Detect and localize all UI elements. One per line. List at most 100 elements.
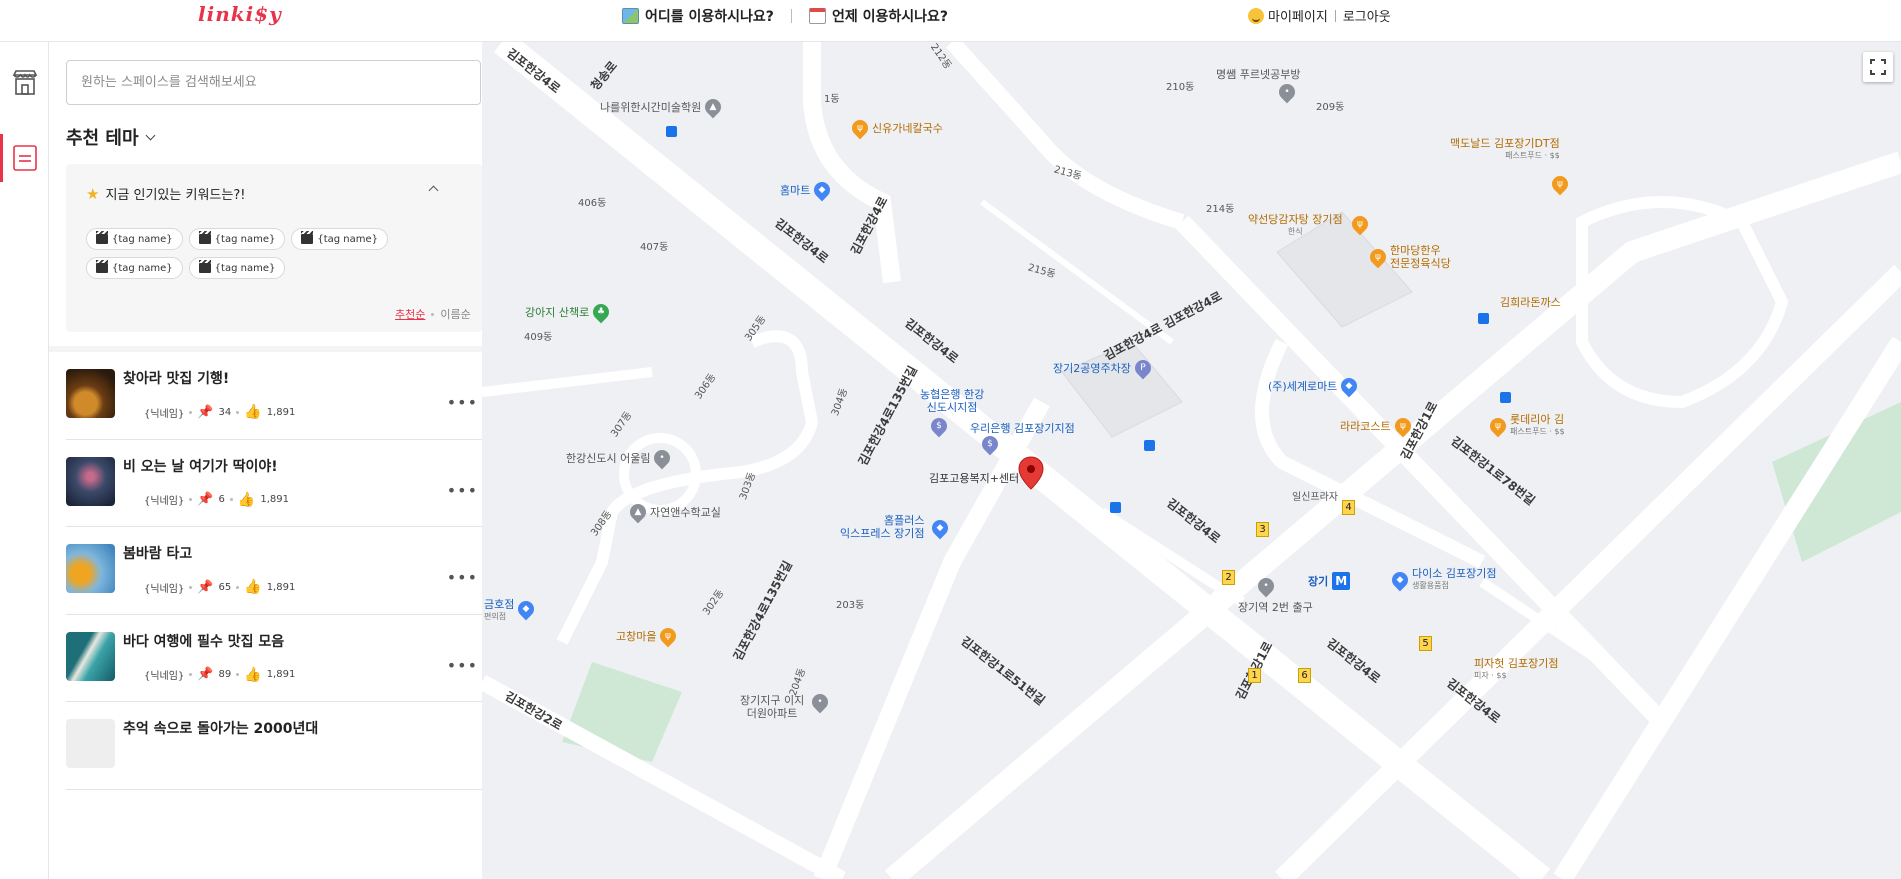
list-item[interactable]: 찾아라 맛집 기행! {닉네임} 📌 34 👍 1,891 •••	[66, 352, 482, 440]
mypage-link[interactable]: 마이페이지	[1268, 6, 1328, 25]
list-item[interactable]: 봄바람 타고 {닉네임} 📌 65 👍 1,891 •••	[66, 527, 482, 615]
sort-recommended[interactable]: 추천순	[395, 306, 425, 322]
keyword-tag[interactable]: {tag name}	[291, 228, 389, 250]
keyword-tag[interactable]: {tag name}	[188, 228, 286, 250]
poi-gangaji[interactable]: 강아지 산책로 ♣	[525, 300, 613, 324]
item-pins: 34	[218, 406, 232, 418]
top-header: linki$y 어디를 이용하시나요? 언제 이용하시나요? 마이페이지 로그아…	[0, 0, 1901, 42]
poi-exit2[interactable]: 장기역 2번 출구	[1238, 599, 1313, 615]
exit-marker[interactable]: 2	[1222, 570, 1235, 585]
poi-homemart[interactable]: 홈마트 ◆	[780, 178, 834, 202]
poi-semart[interactable]: (주)세계로마트 ◆	[1268, 374, 1361, 398]
item-likes: 1,891	[266, 581, 296, 593]
poi-myeongssem[interactable]: 명쌤 푸르넷공부방	[1216, 66, 1300, 82]
list-item[interactable]: 바다 여행에 필수 맛집 모음 {닉네임} 📌 89 👍 1,891 •••	[66, 615, 482, 702]
poi-ezi[interactable]: 장기지구 이지 더원아파트	[740, 694, 804, 720]
rail-theme-button[interactable]	[0, 134, 49, 182]
restaurant-icon: ψ	[848, 116, 872, 140]
poi-ilsin[interactable]: 일신프라자	[1292, 488, 1338, 503]
when-button[interactable]: 언제 이용하시나요?	[809, 6, 948, 26]
item-title: 비 오는 날 여기가 딱이야!	[123, 458, 278, 475]
item-meta: {닉네임} 📌 6 👍 1,891	[144, 492, 289, 508]
where-button[interactable]: 어디를 이용하시나요?	[622, 6, 774, 26]
clapperboard-icon	[198, 231, 211, 244]
poi-nonghyup[interactable]: 농협은행 한강 신도시지점	[920, 388, 984, 414]
bank-icon[interactable]: $	[927, 414, 951, 438]
exit-marker[interactable]: 3	[1256, 522, 1269, 537]
shopping-cart-icon[interactable]: ◆	[928, 516, 952, 540]
collapse-chevron-icon[interactable]	[427, 182, 441, 196]
building-label: 210동	[1166, 82, 1195, 93]
poi-hanmadang[interactable]: ψ 한마당한우 전문정육식당	[1366, 244, 1451, 270]
more-options-icon[interactable]: •••	[447, 393, 478, 412]
exit-marker[interactable]: 4	[1342, 500, 1355, 515]
poi-eoullim[interactable]: 한강신도시 어울림 •	[566, 446, 674, 470]
poi-nature-class[interactable]: ▲ 자연앤수학교실	[626, 500, 721, 524]
place-icon[interactable]: •	[1254, 574, 1278, 598]
poi-art-academy[interactable]: 나를위한시간미술학원 ▲	[600, 95, 725, 119]
fullscreen-button[interactable]	[1863, 52, 1893, 82]
poi-label: 나를위한시간미술학원	[600, 101, 702, 114]
poi-label: 김포고용복지+센터	[929, 472, 1020, 485]
poi-kimhira[interactable]: 김희라돈까스	[1500, 294, 1561, 310]
poi-station[interactable]: 장기 M	[1308, 572, 1351, 590]
poi-label: 롯데리아 김	[1510, 413, 1565, 426]
bus-stop-icon[interactable]	[666, 126, 677, 137]
poi-pizza[interactable]: 피자헛 김포장기점 피자 · $$	[1474, 658, 1558, 682]
bus-stop-icon[interactable]	[1500, 392, 1511, 403]
poi-mcd[interactable]: 맥도날드 김포장기DT점 패스트푸드 · $$	[1450, 138, 1560, 162]
map-view[interactable]: 김포한강4로 김포한강4로 김포한강4로 김포한강4로 김포한강4로 김포한강4…	[482, 42, 1901, 879]
restaurant-icon[interactable]: ψ	[1548, 172, 1572, 196]
poi-parking[interactable]: 장기2공영주차장 P	[1053, 356, 1155, 380]
exit-marker[interactable]: 6	[1298, 668, 1311, 683]
star-icon: ★	[86, 184, 100, 203]
restaurant-icon[interactable]: ψ	[1348, 212, 1372, 236]
poi-woori[interactable]: 우리은행 김포장기지점	[970, 420, 1075, 436]
side-panel: 추천 테마 ★ 지금 인기있는 키워드는?! {tag name} {tag n…	[49, 42, 482, 879]
poi-label: (주)세계로마트	[1268, 380, 1338, 393]
bank-icon[interactable]: $	[978, 432, 1002, 456]
exit-marker[interactable]: 5	[1419, 636, 1432, 651]
poi-yakseon[interactable]: 약선당감자탕 장기점 한식	[1248, 214, 1343, 238]
theme-selector[interactable]: 추천 테마	[66, 124, 155, 150]
logo[interactable]: linki$y	[198, 2, 282, 26]
poi-gochang[interactable]: 고창마을 ψ	[616, 624, 680, 648]
poi-sublabel: 한식	[1287, 227, 1303, 236]
poi-sublabel: 편의점	[484, 612, 507, 621]
place-icon[interactable]: •	[1275, 80, 1299, 104]
thumbnail-whiskey	[66, 369, 115, 418]
bus-stop-icon[interactable]	[1110, 502, 1121, 513]
where-label: 어디를 이용하시나요?	[645, 9, 774, 25]
more-options-icon[interactable]: •••	[447, 568, 478, 587]
poi-label: 약선당감자탕 장기점	[1248, 213, 1343, 226]
exit-marker[interactable]: 1	[1248, 668, 1261, 683]
poi-lotteria[interactable]: ψ 롯데리아 김 패스트푸드 · $$	[1486, 413, 1565, 438]
space-search-input[interactable]	[66, 60, 481, 105]
place-icon[interactable]: •	[808, 690, 832, 714]
selected-location-marker[interactable]	[1018, 456, 1044, 490]
more-options-icon[interactable]: •••	[447, 656, 478, 675]
keyword-tag[interactable]: {tag name}	[188, 257, 286, 279]
item-meta: {닉네임} 📌 89 👍 1,891	[144, 667, 295, 683]
bus-stop-icon[interactable]	[1144, 440, 1155, 451]
poi-welfare[interactable]: 김포고용복지+센터	[929, 470, 1019, 486]
list-item[interactable]: 비 오는 날 여기가 딱이야! {닉네임} 📌 6 👍 1,891 •••	[66, 440, 482, 527]
sort-name[interactable]: 이름순	[440, 306, 470, 322]
store-icon[interactable]: ◆	[514, 597, 538, 621]
more-options-icon[interactable]: •••	[447, 481, 478, 500]
bus-stop-icon[interactable]	[1478, 313, 1489, 324]
poi-homeplus[interactable]: 홈플러스 익스프레스 장기점	[840, 514, 924, 540]
poi-daiso[interactable]: ◆ 다이소 김포장기점 생활용품점	[1388, 568, 1496, 592]
poi-rarakos[interactable]: 라라코스트 ψ	[1340, 414, 1414, 438]
poi-label: 금호점	[484, 598, 515, 611]
logout-link[interactable]: 로그아웃	[1343, 6, 1391, 25]
meta-dot	[189, 673, 193, 676]
rail-space-button[interactable]	[0, 59, 49, 107]
when-label: 언제 이용하시나요?	[832, 9, 949, 25]
keyword-tag[interactable]: {tag name}	[86, 228, 183, 250]
list-item[interactable]: 추억 속으로 돌아가는 2000년대	[66, 702, 482, 790]
poi-label: 김희라돈까스	[1500, 296, 1561, 309]
poi-geumho[interactable]: 금호점 편의점	[484, 599, 514, 623]
poi-noodle[interactable]: ψ 신유가네칼국수	[848, 116, 943, 140]
keyword-tag[interactable]: {tag name}	[86, 257, 183, 279]
